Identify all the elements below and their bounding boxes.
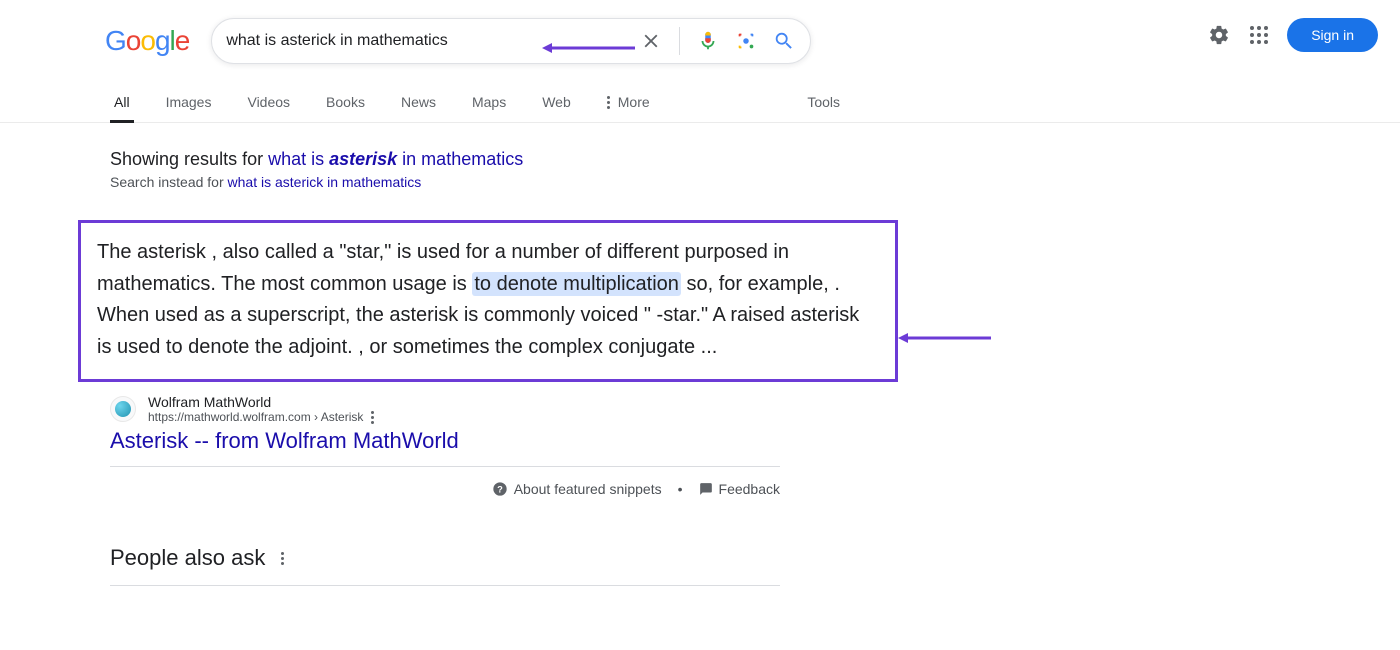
help-icon: ? <box>492 481 508 497</box>
annotation-arrow <box>896 330 996 346</box>
svg-text:?: ? <box>497 485 503 495</box>
tab-more[interactable]: More <box>603 94 654 122</box>
annotation-arrow <box>540 40 640 56</box>
more-label: More <box>618 94 650 110</box>
about-snippets-link[interactable]: ? About featured snippets <box>492 481 662 497</box>
result-title-link[interactable]: Asterisk -- from Wolfram MathWorld <box>110 428 780 454</box>
tab-web[interactable]: Web <box>538 94 575 122</box>
divider-dot: • <box>678 481 683 497</box>
source-name: Wolfram MathWorld <box>148 394 374 410</box>
favicon-icon <box>110 396 136 422</box>
tab-news[interactable]: News <box>397 94 440 122</box>
tab-maps[interactable]: Maps <box>468 94 510 122</box>
source-url: https://mathworld.wolfram.com › Asterisk <box>148 410 363 424</box>
showing-results-for: Showing results for what is asterisk in … <box>110 149 780 170</box>
snippet-highlight: to denote multiplication <box>472 272 681 296</box>
divider <box>679 27 680 55</box>
featured-snippet: The asterisk , also called a "star," is … <box>78 220 898 382</box>
corrected-query-link[interactable]: what is asterisk in mathematics <box>268 149 523 169</box>
feedback-link[interactable]: Feedback <box>699 481 780 497</box>
search-box[interactable] <box>211 18 811 64</box>
paa-menu-icon[interactable] <box>281 552 284 565</box>
lens-icon[interactable] <box>734 29 758 53</box>
tab-all[interactable]: All <box>110 94 134 122</box>
sign-in-button[interactable]: Sign in <box>1287 18 1378 52</box>
divider <box>110 585 780 586</box>
tab-books[interactable]: Books <box>322 94 369 122</box>
result-menu-icon[interactable] <box>371 411 374 424</box>
tab-videos[interactable]: Videos <box>243 94 294 122</box>
voice-search-icon[interactable] <box>696 29 720 53</box>
apps-icon[interactable] <box>1247 23 1271 47</box>
snippet-text: The asterisk , also called a "star," is … <box>97 237 879 363</box>
search-icon[interactable] <box>772 29 796 53</box>
result-source[interactable]: Wolfram MathWorld https://mathworld.wolf… <box>110 394 780 424</box>
tools-button[interactable]: Tools <box>807 94 840 122</box>
search-instead-for: Search instead for what is asterick in m… <box>110 174 780 190</box>
google-logo[interactable]: Google <box>105 25 189 57</box>
people-also-ask-heading: People also ask <box>110 545 780 571</box>
tab-images[interactable]: Images <box>162 94 216 122</box>
original-query-link[interactable]: what is asterick in mathematics <box>228 174 422 190</box>
feedback-icon <box>699 482 713 496</box>
settings-icon[interactable] <box>1207 23 1231 47</box>
clear-icon[interactable] <box>639 29 663 53</box>
